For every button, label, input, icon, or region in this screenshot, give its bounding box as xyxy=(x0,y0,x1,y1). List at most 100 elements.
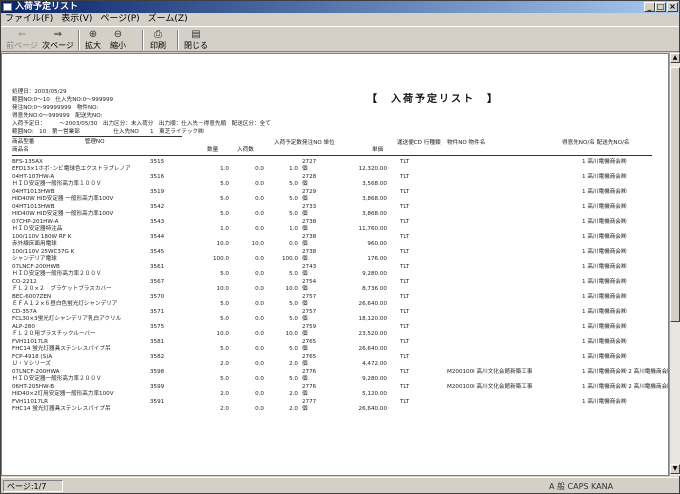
app-icon xyxy=(3,3,12,11)
application-window: 入荷予定リスト _ □ × ファイル(F) 表示(V) ページ(P) ズーム(Z) ⇐… xyxy=(0,0,680,494)
cell-mgmt: 3561 xyxy=(150,264,165,270)
cell-job: M200100l 高川文化会館新築工事 xyxy=(447,384,533,390)
cell-po: 2776 xyxy=(302,384,317,390)
zoom-in-button[interactable]: ⊕ 拡大 xyxy=(83,28,103,52)
minimize-button[interactable]: _ xyxy=(644,2,655,12)
cell-recv: 0.0 xyxy=(255,286,264,292)
cell-ship: TLT xyxy=(400,219,410,225)
cell-po: 2765 xyxy=(302,339,317,345)
cell-name: FCL30×3蛍光灯シャンデリア乳白アクリル xyxy=(12,316,122,322)
cell-recv: 0.0 xyxy=(255,256,264,262)
cell-po: 2776 xyxy=(302,369,317,375)
cell-recv: 0.0 xyxy=(255,301,264,307)
cell-name: HID40W HID安定器 一般形高力率100V xyxy=(12,196,114,202)
ime-tray[interactable]: A 般 CAPS KANA xyxy=(549,480,677,493)
column-header: 得意先NO/名 配送先NO/名 xyxy=(562,140,630,146)
cell-name: ＨＩＤ安定器特注品 xyxy=(12,226,63,232)
toolbar-separator xyxy=(78,30,80,50)
cell-plan: 1.0 xyxy=(289,166,298,172)
cell-mgmt: 3599 xyxy=(150,384,165,390)
zoom-out-button[interactable]: ⊖ 縮小 xyxy=(108,28,128,52)
cell-recv: 0.0 xyxy=(255,226,264,232)
cell-recv: 0.0 xyxy=(255,346,264,352)
maximize-button[interactable]: □ xyxy=(655,2,666,12)
header-line: 処理日：2003/05/29 xyxy=(12,89,67,95)
toolbar-separator xyxy=(177,30,179,50)
cell-po: 2765 xyxy=(302,354,317,360)
cell-plan: 5.0 xyxy=(289,346,298,352)
prev-page-button[interactable]: ⇐ 前ページ xyxy=(5,28,39,52)
cell-name: FHC14 蛍光灯器具ステンレスパイプ吊 xyxy=(12,406,111,412)
cell-plan: 5.0 xyxy=(289,316,298,322)
cell-mgmt: 3591 xyxy=(150,399,165,405)
cell-unit: 個 xyxy=(302,181,308,187)
cell-name: FHC14 蛍光灯器具ステンレスパイプ吊 xyxy=(12,346,111,352)
cell-price: 3,868.00 xyxy=(362,196,387,202)
cell-name: ＦＬ２０×２ ブラケットブラスカバー xyxy=(12,286,112,292)
cell-price: 26,640.00 xyxy=(358,406,387,412)
cell-po: 2743 xyxy=(302,264,317,270)
cell-cust: 1 高川電機商会㈱ xyxy=(582,234,627,240)
cell-recv: 0.0 xyxy=(255,271,264,277)
cell-po: 2757 xyxy=(302,294,317,300)
menu-bar: ファイル(F) 表示(V) ページ(P) ズーム(Z) xyxy=(1,13,679,25)
print-button[interactable]: ⎙ 印刷 xyxy=(147,28,169,52)
cell-model: 04HT1013HWB xyxy=(12,204,55,210)
cell-plan: 2.0 xyxy=(289,406,298,412)
cell-mgmt: 3542 xyxy=(150,204,165,210)
scrollbar-thumb[interactable] xyxy=(670,67,680,322)
cell-qty: 1.0 xyxy=(220,226,229,232)
close-button[interactable]: × xyxy=(667,2,678,12)
cell-unit: 個 xyxy=(302,226,308,232)
menu-view[interactable]: 表示(V) xyxy=(57,13,96,25)
cell-ship: TLT xyxy=(400,174,410,180)
cell-unit: 個 xyxy=(302,346,308,352)
toolbar-separator xyxy=(142,30,144,50)
header-line: 得意先NO:0～999999 配送先NO: xyxy=(12,113,103,119)
close-preview-button[interactable]: ▤ 閉じる xyxy=(183,28,209,52)
cell-name: 赤外線床面用電球 xyxy=(12,241,57,247)
cell-model: BFS-135AX xyxy=(12,159,43,165)
cell-ship: TLT xyxy=(400,249,410,255)
title-bar[interactable]: 入荷予定リスト _ □ × xyxy=(1,1,679,13)
next-page-button[interactable]: ⇒ 次ページ xyxy=(41,28,75,52)
cell-ship: TLT xyxy=(400,264,410,270)
cell-ship: TLT xyxy=(400,309,410,315)
cell-qty: 5.0 xyxy=(220,346,229,352)
cell-price: 9,280.00 xyxy=(362,271,387,277)
cell-name: HID40W HID安定器 一般形高力率100V xyxy=(12,211,114,217)
cell-name: EFD13×1ホボ⁻ンビ電球色エクストラブレノア xyxy=(12,166,131,172)
cell-unit: 個 xyxy=(302,331,308,337)
cell-model: 100/110V 25WC37G K xyxy=(12,249,75,255)
cell-price: 23,520.00 xyxy=(358,331,387,337)
cell-unit: 個 xyxy=(302,271,308,277)
menu-file[interactable]: ファイル(F) xyxy=(1,13,57,25)
scroll-up-arrow-icon[interactable]: ▲ xyxy=(670,53,680,63)
cell-mgmt: 3519 xyxy=(150,189,165,195)
cell-cust: 1 高川電機商会㈱ xyxy=(582,309,627,315)
cell-qty: 2.0 xyxy=(220,406,229,412)
cell-cust: 1 高川電機商会㈱ xyxy=(582,264,627,270)
cell-ship: TLT xyxy=(400,294,410,300)
header-line: 範囲NO:0～10 仕入先NO:0～999999 xyxy=(12,97,114,103)
cell-unit: 個 xyxy=(302,391,308,397)
column-header: 単価 xyxy=(372,147,384,153)
cell-cust: 1 高川電機商会㈱ xyxy=(582,339,627,345)
cell-ship: TLT xyxy=(400,204,410,210)
scroll-down-arrow-icon[interactable]: ▼ xyxy=(670,464,680,474)
cell-name: HID40×2灯用安定器一般形高力率100V xyxy=(12,391,114,397)
cell-model: 07CHP-201HW-A xyxy=(12,219,59,225)
cell-po: 2738 xyxy=(302,249,317,255)
cell-ship: TLT xyxy=(400,159,410,165)
vertical-scrollbar[interactable]: ▲ ▼ xyxy=(669,53,680,476)
menu-zoom[interactable]: ズーム(Z) xyxy=(144,13,192,25)
cell-qty: 10.0 xyxy=(216,331,229,337)
cell-cust: 1 高川電機商会㈱ xyxy=(582,294,627,300)
cell-cust: 1 高川電機商会㈱ xyxy=(582,204,627,210)
menu-page[interactable]: ページ(P) xyxy=(96,13,143,25)
cell-qty: 5.0 xyxy=(220,196,229,202)
rule xyxy=(12,155,652,156)
cell-ship: TLT xyxy=(400,339,410,345)
cell-recv: 0.0 xyxy=(255,316,264,322)
next-page-icon: ⇒ xyxy=(53,29,63,40)
